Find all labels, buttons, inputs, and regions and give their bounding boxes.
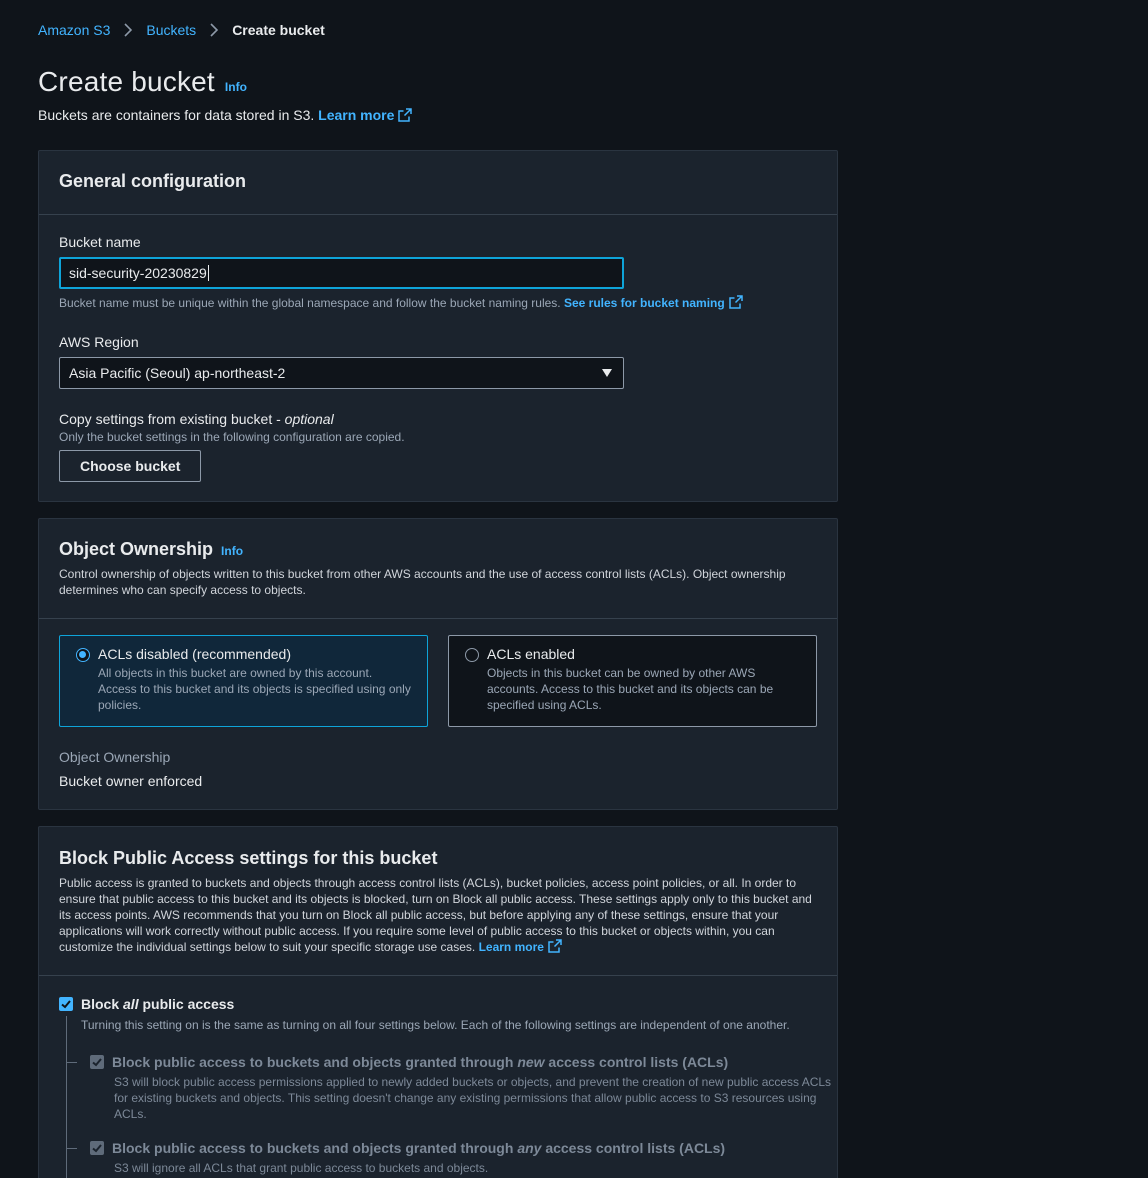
header-info-link[interactable]: Info (225, 80, 247, 94)
block-new-acls-label: Block public access to buckets and objec… (112, 1054, 728, 1070)
bucket-name-value: sid-security-20230829 (69, 265, 207, 281)
block-any-acls-label: Block public access to buckets and objec… (112, 1140, 725, 1156)
block-any-acls-desc: S3 will ignore all ACLs that grant publi… (114, 1161, 489, 1175)
external-link-icon (398, 108, 413, 122)
aws-region-label: AWS Region (59, 334, 139, 350)
aws-region-value: Asia Pacific (Seoul) ap-northeast-2 (69, 365, 286, 381)
block-any-acls-checkbox[interactable] (90, 1141, 104, 1155)
block-new-acls-label-post: access control lists (ACLs) (544, 1054, 729, 1070)
breadcrumb: Amazon S3 Buckets Create bucket (38, 22, 325, 38)
block-all-checkbox[interactable] (59, 997, 73, 1011)
block-any-acls-item: Block public access to buckets and objec… (67, 1140, 817, 1176)
block-any-acls-row: Block public access to buckets and objec… (90, 1140, 817, 1156)
acls-disabled-desc: All objects in this bucket are owned by … (98, 666, 411, 712)
checkmark-icon (92, 1058, 102, 1067)
block-all-desc: Turning this setting on is the same as t… (81, 1018, 790, 1032)
block-public-access-panel: Block Public Access settings for this bu… (38, 826, 838, 1178)
ownership-options: ACLs disabled (recommended) All objects … (59, 635, 817, 727)
general-configuration-panel: General configuration Bucket name sid-se… (38, 150, 838, 502)
object-ownership-panel: Object Ownership Info Control ownership o… (38, 518, 838, 810)
acls-disabled-title: ACLs disabled (recommended) (98, 646, 291, 662)
block-all-label-pre: Block (81, 996, 124, 1012)
checkmark-icon (92, 1144, 102, 1153)
bucket-name-hint: Bucket name must be unique within the gl… (59, 295, 817, 310)
page-title: Create bucket (38, 66, 215, 97)
acls-enabled-desc: Objects in this bucket can be owned by o… (487, 666, 774, 712)
chevron-right-icon (124, 23, 133, 37)
object-ownership-value: Bucket owner enforced (59, 773, 203, 789)
bucket-name-input[interactable]: sid-security-20230829 (59, 257, 624, 289)
acls-enabled-option[interactable]: ACLs enabled Objects in this bucket can … (448, 635, 817, 727)
block-new-acls-row: Block public access to buckets and objec… (90, 1054, 817, 1070)
general-configuration-title: General configuration (59, 171, 247, 191)
object-ownership-info-link[interactable]: Info (221, 544, 243, 558)
copy-settings-hint: Only the bucket settings in the followin… (59, 430, 405, 444)
breadcrumb-current: Create bucket (232, 22, 325, 38)
chevron-right-icon (210, 23, 219, 37)
copy-settings-label: Copy settings from existing bucket - opt… (59, 411, 817, 427)
header-learn-more-link[interactable]: Learn more (318, 107, 413, 123)
learn-more-label: Learn more (318, 107, 395, 123)
block-new-acls-item: Block public access to buckets and objec… (67, 1054, 831, 1122)
block-public-access-learn-more-link[interactable]: Learn more (478, 939, 562, 954)
block-public-access-description-text: Public access is granted to buckets and … (59, 876, 812, 954)
block-any-acls-label-em: any (517, 1140, 542, 1156)
breadcrumb-amazon-s3[interactable]: Amazon S3 (38, 22, 110, 38)
block-new-acls-desc: S3 will block public access permissions … (114, 1075, 832, 1121)
block-new-acls-label-em: new (517, 1054, 545, 1070)
page-description: Buckets are containers for data stored i… (38, 107, 413, 123)
copy-settings-label-text: Copy settings from existing bucket - (59, 411, 285, 427)
block-public-access-title: Block Public Access settings for this bu… (59, 848, 438, 868)
text-caret (207, 265, 209, 281)
choose-bucket-button[interactable]: Choose bucket (59, 450, 202, 482)
bucket-name-label: Bucket name (59, 234, 141, 250)
breadcrumb-buckets[interactable]: Buckets (146, 22, 196, 38)
page-header: Create bucket Info (38, 66, 247, 98)
bucket-name-hint-text: Bucket name must be unique within the gl… (59, 296, 561, 310)
external-link-icon (548, 939, 562, 953)
radio-selected-icon[interactable] (76, 648, 90, 662)
block-any-acls-label-pre: Block public access to buckets and objec… (112, 1140, 518, 1156)
object-ownership-description: Control ownership of objects written to … (59, 567, 786, 597)
acls-enabled-title: ACLs enabled (487, 646, 575, 662)
caret-down-icon (602, 369, 612, 377)
page-description-text: Buckets are containers for data stored i… (38, 107, 315, 123)
object-ownership-title: Object Ownership (59, 539, 214, 559)
block-all-label-post: public access (138, 996, 235, 1012)
copy-settings-optional: optional (284, 411, 334, 427)
block-all-public-access-row[interactable]: Block all public access (59, 996, 817, 1012)
external-link-icon (728, 295, 743, 309)
aws-region-select[interactable]: Asia Pacific (Seoul) ap-northeast-2 (59, 357, 624, 389)
learn-more-label: Learn more (478, 940, 544, 954)
block-all-label: Block all public access (81, 996, 234, 1012)
block-settings-tree: Turning this setting on is the same as t… (66, 1016, 831, 1178)
acls-disabled-option[interactable]: ACLs disabled (recommended) All objects … (59, 635, 428, 727)
block-new-acls-label-pre: Block public access to buckets and objec… (112, 1054, 518, 1070)
checkmark-icon (61, 1000, 71, 1009)
bucket-naming-rules-link[interactable]: See rules for bucket naming (563, 295, 743, 310)
block-new-acls-checkbox[interactable] (90, 1055, 104, 1069)
object-ownership-key: Object Ownership (59, 749, 171, 765)
radio-unselected-icon[interactable] (465, 648, 479, 662)
block-all-label-em: all (123, 996, 139, 1012)
block-public-access-description: Public access is granted to buckets and … (59, 875, 819, 955)
block-any-acls-label-post: access control lists (ACLs) (541, 1140, 726, 1156)
bucket-naming-rules-label: See rules for bucket naming (563, 296, 725, 310)
